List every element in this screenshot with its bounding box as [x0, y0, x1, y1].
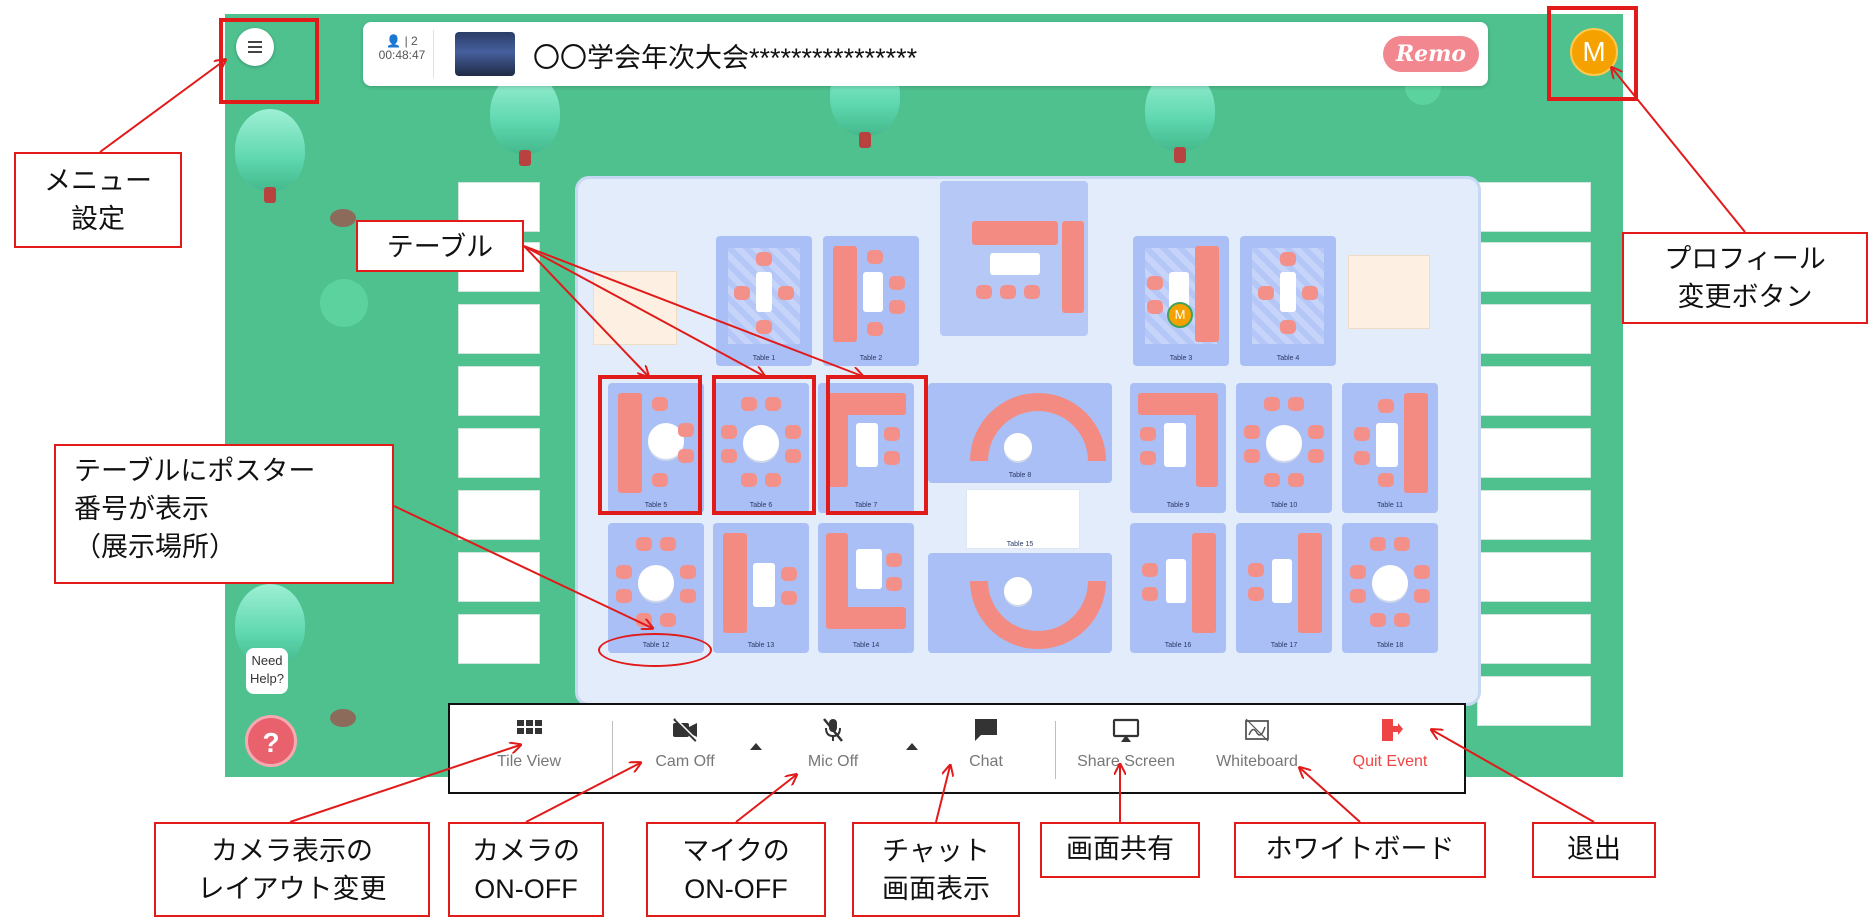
arrow-table-2 [523, 245, 764, 376]
arrow-tile-view [289, 745, 520, 823]
arrow-whiteboard [1300, 768, 1361, 823]
arrow-cam [525, 763, 640, 823]
arrow-profile [1612, 68, 1746, 233]
arrow-menu [99, 60, 225, 153]
arrow-quit [1432, 730, 1595, 823]
arrow-table-3 [523, 245, 862, 376]
arrow-mic [735, 775, 796, 823]
arrow-table-1 [523, 245, 648, 376]
annotation-arrows [99, 0, 1746, 823]
arrow-chat [935, 766, 950, 823]
arrow-poster [393, 505, 652, 628]
